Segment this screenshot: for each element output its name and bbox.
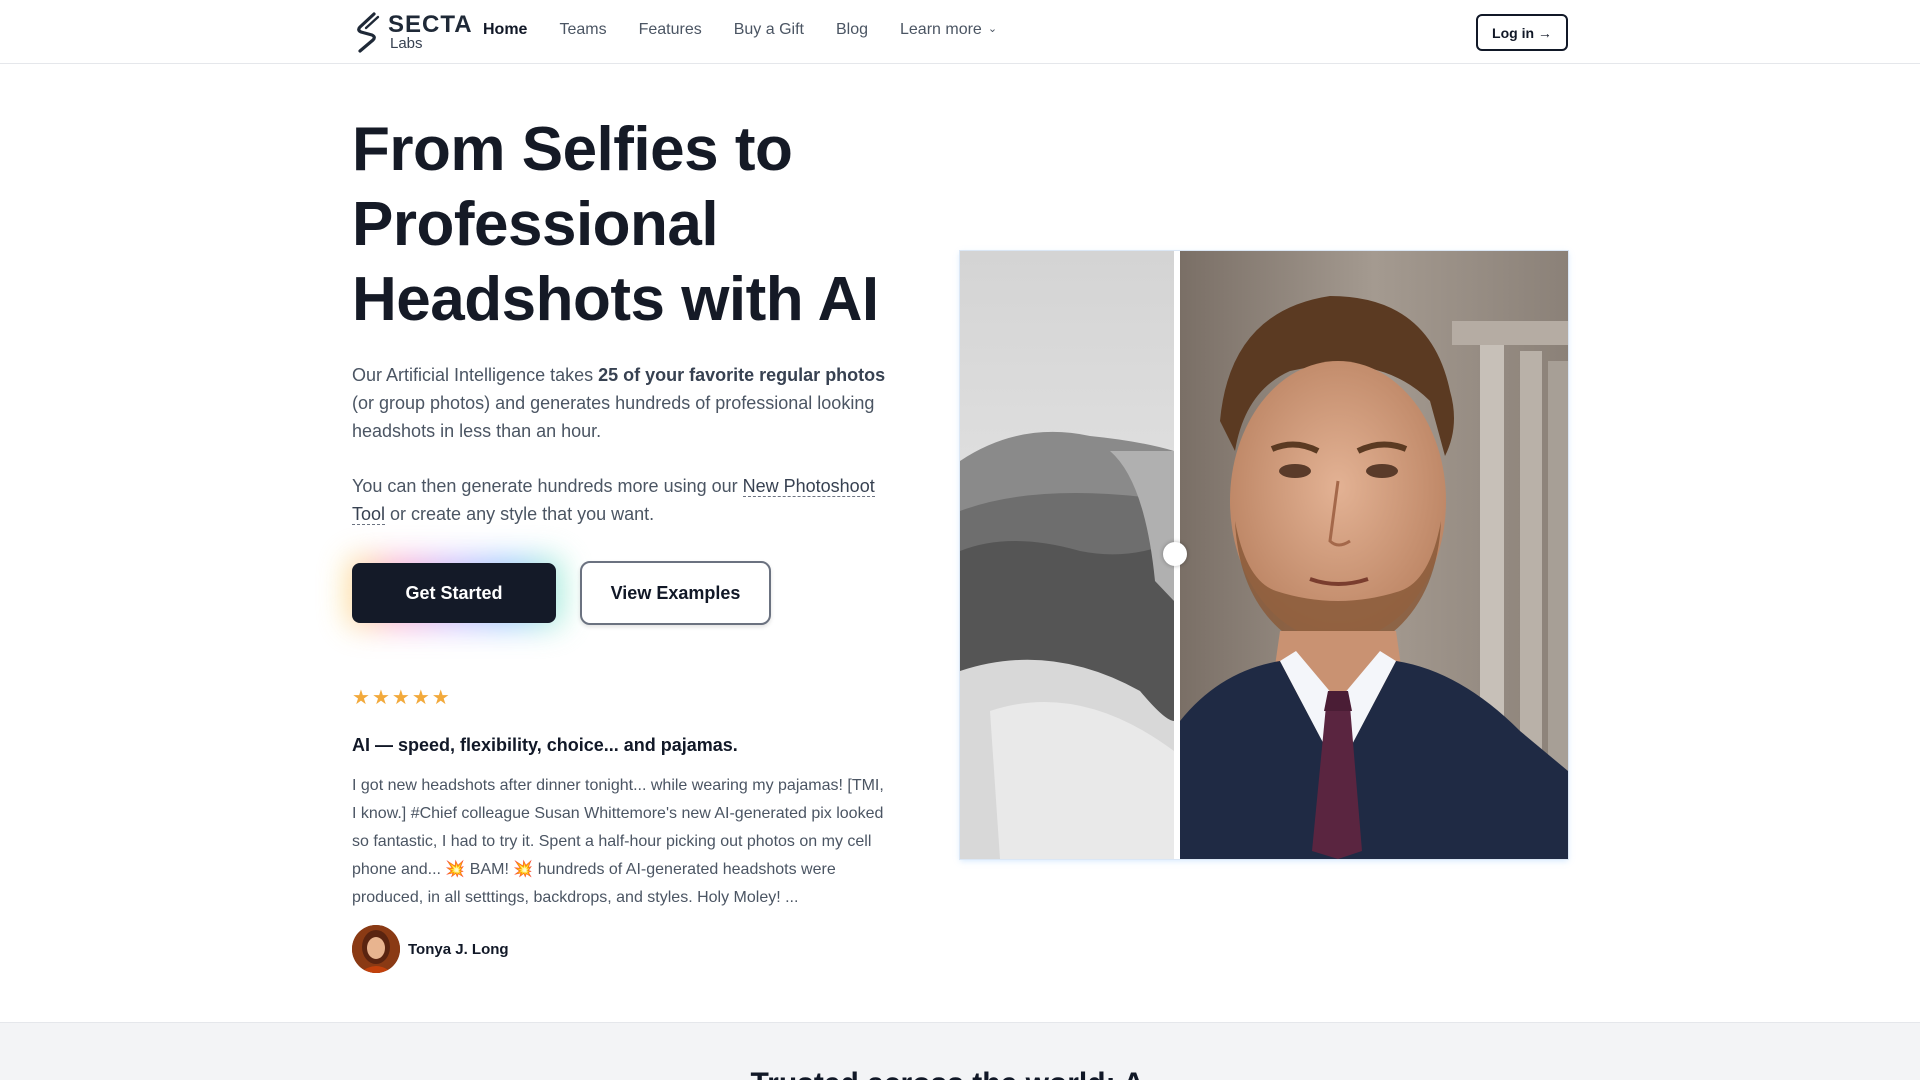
hero-photoshoot-text: You can then generate hundreds more usin… [352, 472, 892, 528]
top-navbar: SECTA Labs Home Teams Features Buy a Gif… [0, 0, 1920, 64]
headline-line-1: From Selfies to [352, 115, 793, 184]
photoshoot-text-b: or create any style that you want. [385, 504, 655, 524]
review-body: I got new headshots after dinner tonight… [352, 772, 892, 912]
nav-link-home[interactable]: Home [483, 21, 527, 39]
photoshoot-text-a: You can then generate hundreds more usin… [352, 476, 743, 496]
nav-link-learn-more-label: Learn more [900, 21, 982, 38]
nav-link-blog[interactable]: Blog [836, 21, 868, 39]
review-author: Tonya J. Long [352, 925, 509, 973]
star-icon: ★ [391, 687, 410, 709]
collision-emoji: 💥 [445, 861, 466, 878]
star-icon: ★ [431, 687, 450, 709]
logo[interactable]: SECTA Labs [352, 11, 473, 53]
logo-icon [357, 12, 380, 53]
logo-sub: Labs [390, 35, 423, 52]
nav-links: Home Teams Features Buy a Gift Blog Lear… [483, 21, 1029, 39]
comparison-image [960, 251, 1568, 859]
rating-stars: ★ ★ ★ ★ ★ [352, 686, 450, 710]
chevron-down-icon: ⌄ [987, 23, 998, 35]
review-title: AI — speed, flexibility, choice... and p… [352, 735, 738, 755]
headline-line-2: Professional [352, 190, 719, 259]
login-button[interactable]: Log in → [1476, 14, 1568, 51]
get-started-button[interactable]: Get Started [352, 563, 556, 623]
headline-line-3: Headshots with AI [352, 265, 879, 334]
star-icon: ★ [371, 687, 390, 709]
star-icon: ★ [411, 687, 430, 709]
view-examples-button[interactable]: View Examples [580, 561, 771, 625]
star-icon: ★ [352, 687, 370, 709]
hero-description-text-b: (or group photos) and generates hundreds… [352, 393, 875, 441]
nav-link-learn-more[interactable]: Learn more ⌄ [900, 21, 997, 39]
collision-emoji: 💥 [513, 861, 534, 878]
comparison-slider-handle[interactable] [1163, 542, 1187, 566]
hero-description-bold: 25 of your favorite regular photos [598, 365, 886, 385]
hero-description-text-a: Our Artificial Intelligence takes [352, 365, 599, 385]
nav-link-features[interactable]: Features [639, 21, 702, 39]
review-body-b: BAM! [465, 861, 514, 878]
avatar [352, 925, 400, 973]
before-after-comparison[interactable] [960, 251, 1568, 859]
nav-link-teams[interactable]: Teams [559, 21, 606, 39]
logo-name: SECTA [388, 11, 473, 38]
trusted-heading: Trusted across the world: A... [0, 1067, 1920, 1080]
hero-headline: From Selfies to Professional Headshots w… [352, 112, 972, 337]
nav-link-buy-a-gift[interactable]: Buy a Gift [734, 21, 804, 39]
author-name: Tonya J. Long [408, 940, 509, 958]
hero-description: Our Artificial Intelligence takes 25 of … [352, 361, 892, 445]
